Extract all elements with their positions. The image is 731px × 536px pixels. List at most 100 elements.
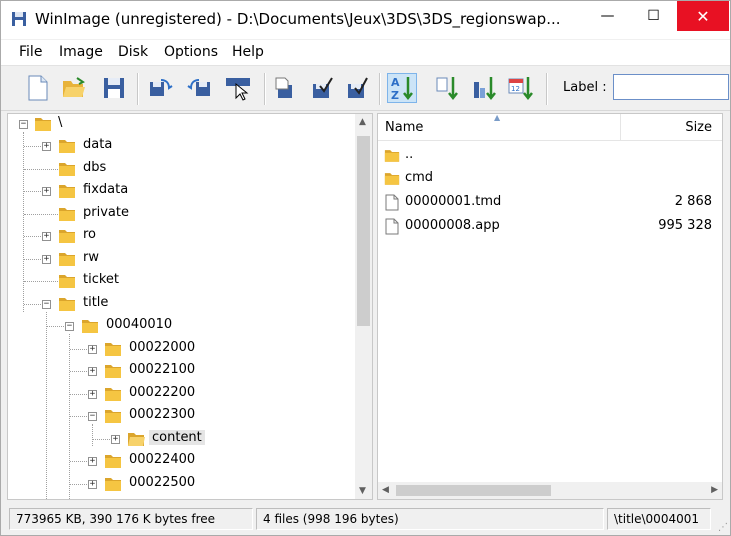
- expand-icon[interactable]: +: [42, 187, 51, 196]
- tree-item-content[interactable]: + content: [8, 429, 348, 449]
- format-disk-button[interactable]: [223, 73, 253, 103]
- tree-item-label: 00022500: [129, 475, 196, 490]
- minimize-button[interactable]: —: [585, 1, 630, 31]
- tree-line: [70, 416, 87, 417]
- expand-icon[interactable]: +: [42, 232, 51, 241]
- list-horizontal-scrollbar[interactable]: ◀ ▶: [378, 482, 722, 499]
- sort-by-date-button[interactable]: 12: [506, 73, 536, 103]
- sort-by-extension-button[interactable]: [433, 73, 463, 103]
- sort-by-name-button[interactable]: AZ: [387, 73, 417, 103]
- tree-line: [24, 236, 41, 237]
- scroll-up-icon[interactable]: ▲: [359, 117, 366, 127]
- menu-image[interactable]: Image: [59, 44, 103, 60]
- svg-text:A: A: [391, 76, 400, 89]
- folder-icon: [82, 320, 98, 333]
- tree-item-00040010[interactable]: − 00040010: [8, 316, 348, 336]
- open-image-button[interactable]: [59, 73, 89, 103]
- extract-path-button[interactable]: [342, 73, 372, 103]
- sort-ascending-icon: ▲: [494, 113, 501, 122]
- sort-by-size-button[interactable]: [470, 73, 500, 103]
- folder-icon: [59, 208, 75, 221]
- scroll-down-icon[interactable]: ▼: [359, 486, 366, 496]
- scroll-thumb[interactable]: [396, 485, 551, 496]
- new-image-button[interactable]: [23, 73, 53, 103]
- collapse-icon[interactable]: −: [42, 300, 51, 309]
- close-button[interactable]: ✕: [677, 1, 729, 31]
- tree-item-00022100[interactable]: + 00022100: [8, 361, 348, 381]
- label-input[interactable]: [613, 74, 729, 100]
- menu-file[interactable]: File: [19, 44, 42, 60]
- tree-item-label: \: [58, 115, 63, 130]
- maximize-button[interactable]: ☐: [631, 1, 676, 31]
- list-item[interactable]: ..: [378, 144, 722, 166]
- menu-disk[interactable]: Disk: [118, 44, 148, 60]
- folder-icon: [105, 365, 121, 378]
- scroll-right-icon[interactable]: ▶: [711, 485, 718, 495]
- tree-line: [70, 394, 87, 395]
- tree-item-data[interactable]: + data: [8, 136, 348, 156]
- expand-icon[interactable]: +: [42, 142, 51, 151]
- tree-item-00022000[interactable]: + 00022000: [8, 339, 348, 359]
- scroll-thumb[interactable]: [357, 136, 370, 326]
- tree-item-rw[interactable]: + rw: [8, 249, 348, 269]
- tree-item-00022300[interactable]: − 00022300: [8, 406, 348, 426]
- tree-line: [24, 214, 58, 215]
- expand-icon[interactable]: +: [88, 457, 97, 466]
- collapse-icon[interactable]: −: [19, 120, 28, 129]
- folder-icon: [105, 388, 121, 401]
- expand-icon[interactable]: +: [88, 367, 97, 376]
- close-icon: ✕: [696, 6, 710, 26]
- column-header-size[interactable]: Size: [685, 120, 712, 135]
- tree-item-00022500[interactable]: + 00022500: [8, 474, 348, 494]
- expand-icon[interactable]: +: [88, 345, 97, 354]
- expand-icon[interactable]: +: [111, 435, 120, 444]
- tree-item-title[interactable]: − title: [8, 294, 348, 314]
- tree-item-label: 00022300: [129, 407, 196, 422]
- toolbar-separator: [264, 73, 266, 105]
- list-item[interactable]: cmd: [378, 167, 722, 189]
- file-icon: [385, 194, 399, 211]
- file-size: 2 868: [674, 194, 712, 209]
- expand-icon[interactable]: +: [88, 480, 97, 489]
- tree-line: [24, 169, 58, 170]
- tree-item-label-selected: content: [149, 430, 205, 445]
- tree-item-root[interactable]: − \: [8, 114, 348, 134]
- list-item[interactable]: 00000001.tmd 2 868: [378, 191, 722, 213]
- inject-button[interactable]: [271, 73, 301, 103]
- list-item[interactable]: 00000008.app 995 328: [378, 215, 722, 237]
- tree-item-label: title: [83, 295, 109, 310]
- status-free-space: 773965 KB, 390 176 K bytes free: [9, 508, 253, 530]
- menu-options[interactable]: Options: [164, 44, 218, 60]
- save-image-button[interactable]: [99, 73, 129, 103]
- menu-bar: File Image Disk Options Help: [1, 40, 730, 66]
- menu-help[interactable]: Help: [232, 44, 264, 60]
- expand-icon[interactable]: +: [42, 255, 51, 264]
- folder-tree[interactable]: − \ + data dbs + fixdata private + ro + …: [7, 113, 373, 500]
- read-disk-icon: [150, 79, 173, 96]
- tree-item-dbs[interactable]: dbs: [8, 159, 348, 179]
- tree-item-ro[interactable]: + ro: [8, 226, 348, 246]
- tree-item-label: private: [83, 205, 129, 220]
- expand-icon[interactable]: +: [88, 390, 97, 399]
- folder-icon: [59, 163, 75, 176]
- column-header-name[interactable]: Name: [385, 120, 423, 135]
- file-list[interactable]: ▲ Name Size .. cmd 00000001.tmd 2 868 00…: [377, 113, 723, 500]
- column-divider[interactable]: [620, 114, 621, 140]
- resize-grip-icon[interactable]: ⋰: [718, 522, 728, 533]
- new-document-icon: [28, 75, 48, 101]
- tree-item-ticket[interactable]: ticket: [8, 271, 348, 291]
- tree-item-00022400[interactable]: + 00022400: [8, 451, 348, 471]
- read-disk-button[interactable]: [145, 73, 175, 103]
- scroll-left-icon[interactable]: ◀: [382, 485, 389, 495]
- maximize-icon: ☐: [647, 8, 660, 24]
- folder-icon: [59, 185, 75, 198]
- extract-button[interactable]: [307, 73, 337, 103]
- collapse-icon[interactable]: −: [88, 412, 97, 421]
- collapse-icon[interactable]: −: [65, 322, 74, 331]
- tree-item-00022200[interactable]: + 00022200: [8, 384, 348, 404]
- tree-item-fixdata[interactable]: + fixdata: [8, 181, 348, 201]
- tree-vertical-scrollbar[interactable]: ▲ ▼: [355, 114, 372, 499]
- file-size: 995 328: [658, 218, 712, 233]
- write-disk-button[interactable]: [185, 73, 215, 103]
- tree-item-private[interactable]: private: [8, 204, 348, 224]
